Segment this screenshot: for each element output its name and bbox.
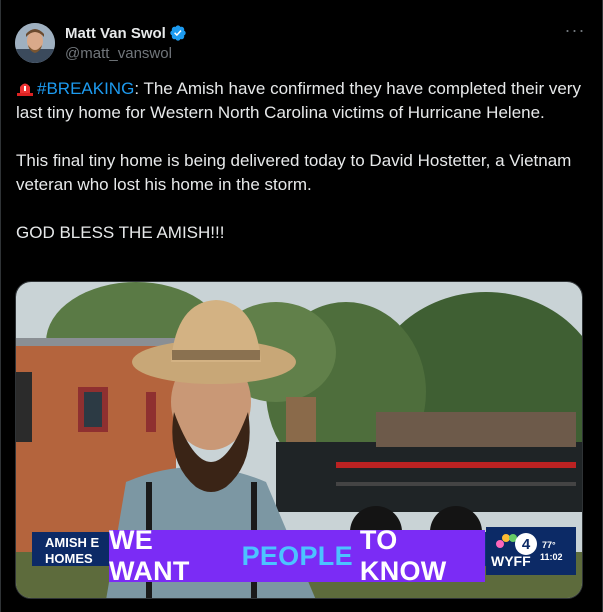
avatar[interactable] xyxy=(15,23,55,63)
more-options-icon[interactable]: ··· xyxy=(562,21,588,44)
broadcast-time: 11:02 xyxy=(540,552,563,562)
tweet-paragraph-3: GOD BLESS THE AMISH!!! xyxy=(16,223,225,242)
station-name: WYFF xyxy=(491,553,531,569)
lower-third-line-2: HOMES xyxy=(45,551,93,566)
lower-third-label: AMISH E HOMES xyxy=(45,535,99,567)
video-caption: WE WANT PEOPLE TO KNOW xyxy=(109,525,485,586)
temperature: 77° xyxy=(542,540,556,550)
tweet-paragraph-1: #BREAKING: The Amish have confirmed they… xyxy=(16,77,586,125)
display-name[interactable]: Matt Van Swol xyxy=(65,24,187,42)
display-name-text[interactable]: Matt Van Swol xyxy=(65,25,166,42)
channel-number: 4 xyxy=(522,536,531,553)
verified-badge-icon xyxy=(170,25,186,41)
tweet-card[interactable]: Matt Van Swol @matt_vanswol ··· #BREAKIN… xyxy=(0,0,603,612)
caption-highlight: PEOPLE xyxy=(241,540,353,571)
handle[interactable]: @matt_vanswol xyxy=(65,45,187,62)
tweet-body: #BREAKING: The Amish have confirmed they… xyxy=(16,77,586,245)
lower-third-line-1: AMISH E xyxy=(45,535,100,550)
siren-emoji-icon xyxy=(17,83,33,96)
caption-after: TO KNOW xyxy=(359,525,447,586)
tweet-header: Matt Van Swol @matt_vanswol ··· xyxy=(15,20,588,64)
tweet-paragraph-2: This final tiny home is being delivered … xyxy=(16,151,572,194)
hashtag-link[interactable]: #BREAKING xyxy=(37,79,134,98)
caption-before: WE WANT xyxy=(109,525,190,586)
